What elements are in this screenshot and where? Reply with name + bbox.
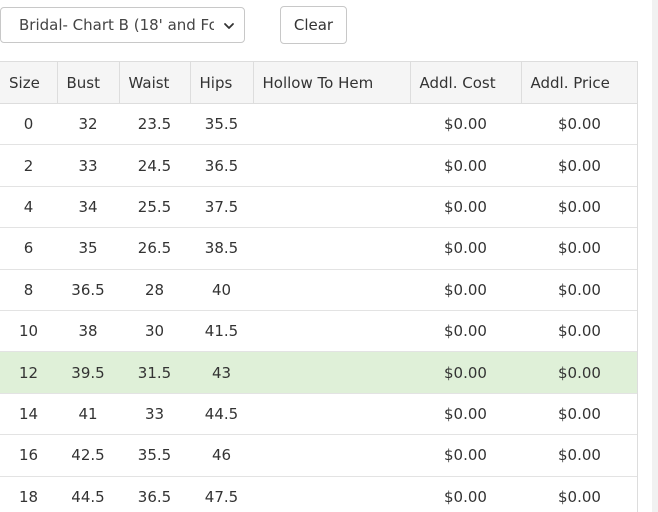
cell-addl-price: $0.00 [521,434,637,477]
cell-hips: 35.5 [190,103,253,146]
cell-addl-cost: $0.00 [410,227,521,270]
cell-waist: 24.5 [119,144,190,187]
cell-bust: 38 [57,310,119,353]
cell-size: 0 [0,103,57,146]
cell-bust: 41 [57,393,119,436]
cell-waist: 35.5 [119,434,190,477]
cell-size: 18 [0,476,57,512]
cell-bust: 36.5 [57,269,119,311]
cell-addl-price: $0.00 [521,393,637,436]
cell-size: 12 [0,351,57,394]
cell-bust: 34 [57,186,119,229]
column-header-hollow-to-hem: Hollow To Hem [253,61,411,104]
cell-hips: 40 [190,269,253,311]
cell-size: 2 [0,144,57,187]
cell-addl-price: $0.00 [521,103,637,146]
column-header-hips: Hips [190,61,254,104]
cell-addl-price: $0.00 [521,186,637,229]
cell-hollow-to-hem [253,103,410,146]
table-row[interactable]: 0 32 23.5 35.5 $0.00 $0.00 [0,103,637,146]
size-chart-table: Size Bust Waist Hips Hollow To Hem Addl. Cost… [0,61,637,512]
cell-hips: 46 [190,434,253,477]
cell-hollow-to-hem [253,269,410,311]
cell-addl-cost: $0.00 [410,351,521,394]
cell-waist: 23.5 [119,103,190,146]
cell-waist: 36.5 [119,476,190,512]
cell-hips: 44.5 [190,393,253,436]
column-header-waist: Waist [119,61,191,104]
table-row[interactable]: 12 39.5 31.5 43 $0.00 $0.00 [0,351,637,394]
clear-button[interactable]: Clear [280,6,347,44]
cell-hips: 41.5 [190,310,253,353]
toolbar: Bridal- Chart B (18' and For Clear [0,0,658,60]
cell-bust: 39.5 [57,351,119,394]
column-header-addl-cost: Addl. Cost [410,61,522,104]
cell-hips: 36.5 [190,144,253,187]
cell-size: 4 [0,186,57,229]
table-row[interactable]: 4 34 25.5 37.5 $0.00 $0.00 [0,186,637,229]
cell-bust: 42.5 [57,434,119,477]
cell-addl-price: $0.00 [521,310,637,353]
cell-addl-cost: $0.00 [410,186,521,229]
cell-hollow-to-hem [253,227,410,270]
table-row[interactable]: 10 38 30 41.5 $0.00 $0.00 [0,310,637,353]
size-chart-select[interactable]: Bridal- Chart B (18' and For [0,7,245,43]
table-row[interactable]: 18 44.5 36.5 47.5 $0.00 $0.00 [0,476,637,512]
cell-addl-cost: $0.00 [410,310,521,353]
cell-addl-price: $0.00 [521,269,637,311]
cell-addl-price: $0.00 [521,227,637,270]
cell-addl-cost: $0.00 [410,269,521,311]
cell-waist: 26.5 [119,227,190,270]
cell-addl-cost: $0.00 [410,476,521,512]
size-chart-select-value: Bridal- Chart B (18' and For [19,16,214,34]
cell-hollow-to-hem [253,144,410,187]
table-row[interactable]: 8 36.5 28 40 $0.00 $0.00 [0,269,637,311]
cell-size: 10 [0,310,57,353]
cell-hollow-to-hem [253,393,410,436]
cell-addl-cost: $0.00 [410,103,521,146]
table-header: Size Bust Waist Hips Hollow To Hem Addl. Cost… [0,61,637,104]
table-row[interactable]: 6 35 26.5 38.5 $0.00 $0.00 [0,227,637,270]
cell-addl-price: $0.00 [521,351,637,394]
column-header-bust: Bust [57,61,120,104]
cell-hollow-to-hem [253,351,410,394]
chevron-down-icon [224,23,234,29]
size-chart-table-container: Size Bust Waist Hips Hollow To Hem Addl. Cost… [0,61,638,512]
column-header-addl-price: Addl. Price [521,61,637,104]
table-header-row: Size Bust Waist Hips Hollow To Hem Addl. Cost… [0,61,637,104]
cell-waist: 28 [119,269,190,311]
cell-hollow-to-hem [253,186,410,229]
page-scrollbar[interactable] [652,0,658,512]
cell-addl-cost: $0.00 [410,393,521,436]
cell-addl-cost: $0.00 [410,434,521,477]
cell-addl-price: $0.00 [521,144,637,187]
cell-waist: 25.5 [119,186,190,229]
cell-hips: 38.5 [190,227,253,270]
table-row[interactable]: 2 33 24.5 36.5 $0.00 $0.00 [0,144,637,187]
cell-hips: 47.5 [190,476,253,512]
cell-hips: 37.5 [190,186,253,229]
cell-waist: 33 [119,393,190,436]
table-body: 0 32 23.5 35.5 $0.00 $0.00 2 33 24.5 36.5 $0.00 $0.… [0,103,637,512]
cell-bust: 44.5 [57,476,119,512]
cell-size: 6 [0,227,57,270]
cell-waist: 30 [119,310,190,353]
cell-bust: 32 [57,103,119,146]
column-header-size: Size [0,61,58,104]
cell-hollow-to-hem [253,476,410,512]
cell-size: 14 [0,393,57,436]
cell-hips: 43 [190,351,253,394]
table-row[interactable]: 14 41 33 44.5 $0.00 $0.00 [0,393,637,436]
cell-bust: 35 [57,227,119,270]
cell-addl-cost: $0.00 [410,144,521,187]
table-row[interactable]: 16 42.5 35.5 46 $0.00 $0.00 [0,434,637,477]
cell-hollow-to-hem [253,310,410,353]
cell-addl-price: $0.00 [521,476,637,512]
cell-size: 16 [0,434,57,477]
cell-size: 8 [0,269,57,311]
cell-bust: 33 [57,144,119,187]
cell-waist: 31.5 [119,351,190,394]
cell-hollow-to-hem [253,434,410,477]
